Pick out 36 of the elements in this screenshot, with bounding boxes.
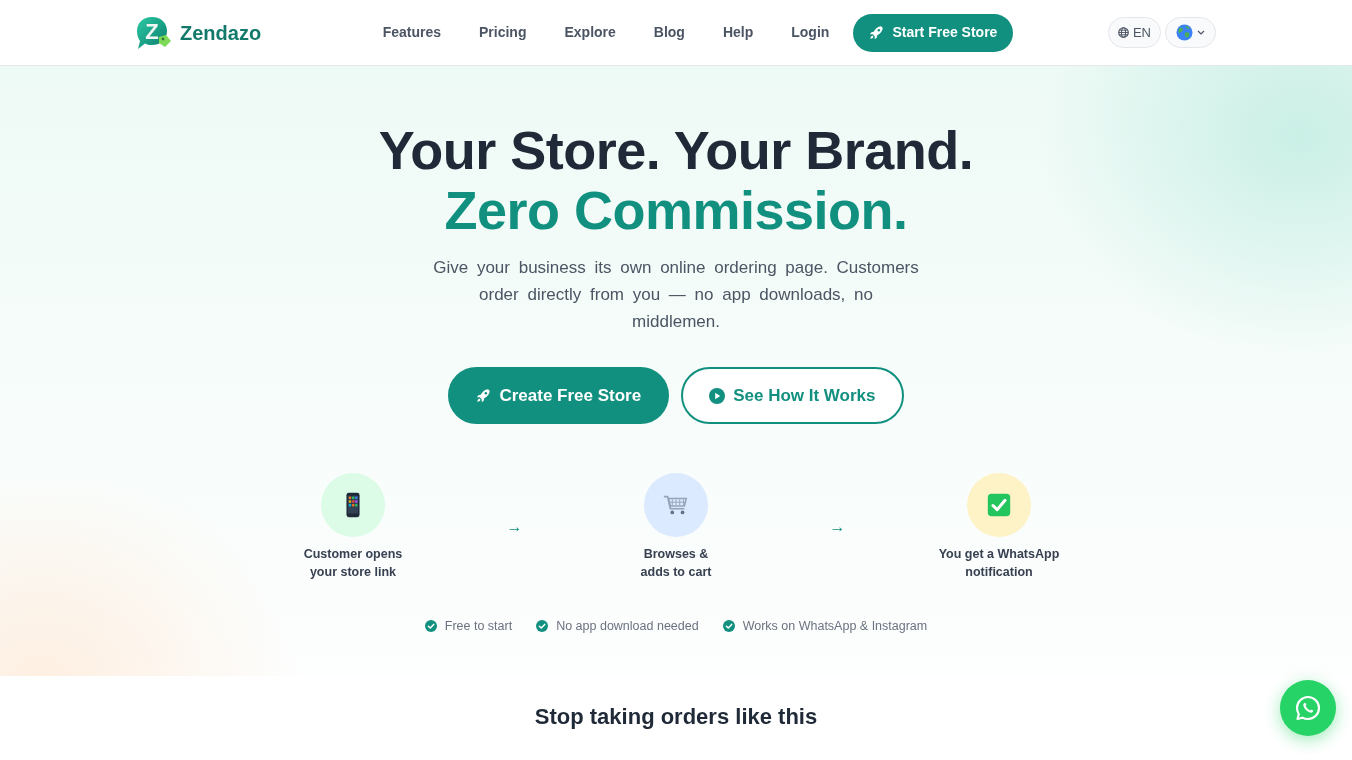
step-label: Customer opens your store link <box>302 546 404 581</box>
section-heading: Stop taking orders like this <box>534 704 818 731</box>
region-dropdown[interactable] <box>1165 17 1216 48</box>
nav-link[interactable]: Explore <box>545 14 635 51</box>
chevron-down-icon <box>1197 30 1205 35</box>
perk-text: Works on WhatsApp & Instagram <box>742 618 928 635</box>
start-free-store-button[interactable]: Start Free Store <box>853 13 1014 52</box>
step-arrow: → <box>829 518 846 535</box>
hero-title-accent: Zero Commission. <box>443 180 909 240</box>
perk-text: Free to start <box>444 618 513 635</box>
rocket-icon <box>869 25 885 40</box>
create-store-button[interactable]: Create Free Store <box>448 367 670 424</box>
nav-link[interactable]: Pricing <box>460 14 546 51</box>
perk-text: No app download needed <box>556 618 699 635</box>
check-circle-icon <box>722 620 735 633</box>
globe-icon <box>1117 27 1129 38</box>
brand-name[interactable]: Zendazo <box>180 17 262 48</box>
chat-button[interactable] <box>1280 680 1336 736</box>
hero-subtitle: Give your business its own online ordering page. Customers order directly from you — no app downloads, no middlemen. <box>432 257 920 333</box>
earth-icon <box>1176 24 1193 41</box>
check-circle-icon <box>536 620 549 633</box>
step-label: Browses & adds to cart <box>639 546 713 581</box>
play-icon <box>709 387 726 404</box>
nav-link[interactable]: Help <box>703 14 773 51</box>
step-label: You get a WhatsApp notification <box>937 546 1061 581</box>
language-button[interactable]: EN <box>1107 17 1161 48</box>
brand-logo: Z <box>136 15 172 50</box>
phone-in-speech-bubble-icon <box>1294 694 1322 722</box>
nav-link[interactable]: Login <box>772 14 849 51</box>
hero-title: Your Store. Your Brand. <box>377 120 975 180</box>
rocket-icon <box>476 388 492 403</box>
step-arrow: → <box>506 518 523 535</box>
check-circle-icon <box>424 620 437 633</box>
how-it-works-button[interactable]: See How It Works <box>681 367 904 424</box>
nav-link[interactable]: Blog <box>634 14 704 51</box>
nav-link[interactable]: Features <box>363 14 460 51</box>
